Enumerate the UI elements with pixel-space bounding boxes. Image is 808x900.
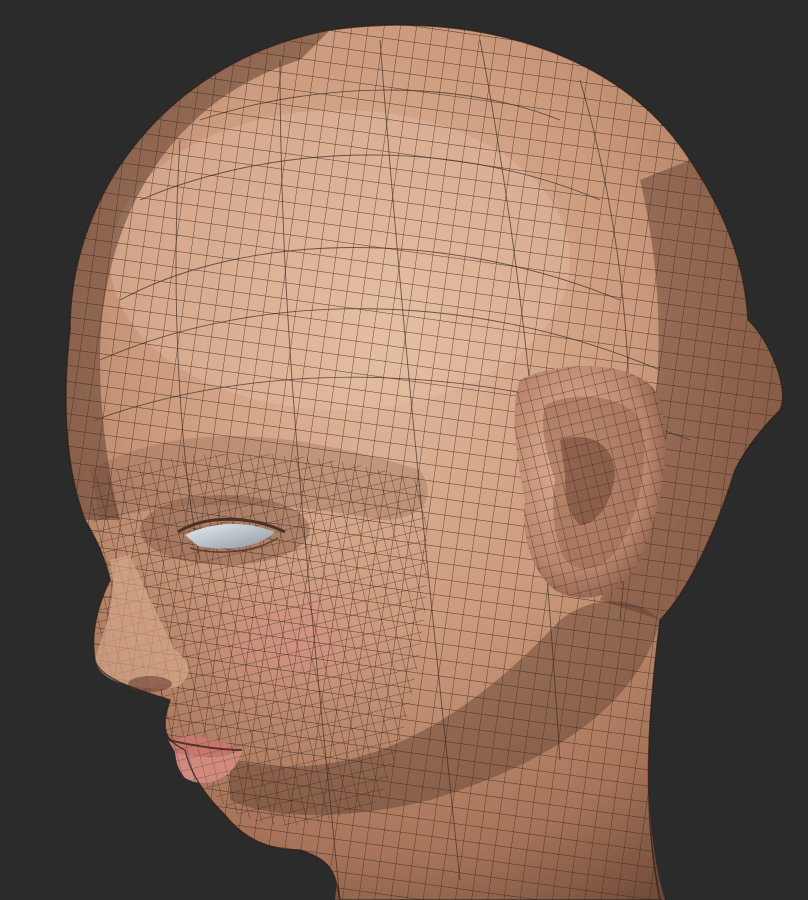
viewport	[0, 0, 808, 900]
head-render	[0, 0, 808, 900]
